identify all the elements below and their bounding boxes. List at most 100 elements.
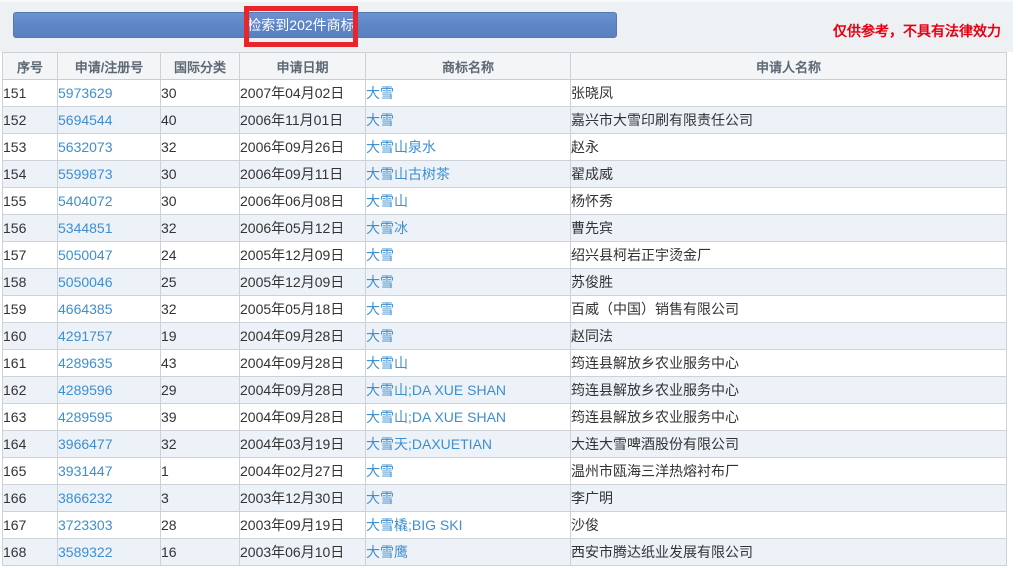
table-row: 165393144712004年02月27日大雪温州市瓯海三洋热熔衬布厂: [3, 458, 1007, 485]
registration-number-link[interactable]: 5404072: [58, 193, 113, 209]
cell-no: 161: [3, 350, 58, 377]
cell-applicant: 绍兴县柯岩正宇烫金厂: [571, 242, 1007, 269]
cell-applicant: 筠连县解放乡农业服务中心: [571, 377, 1007, 404]
registration-number-link[interactable]: 5050046: [58, 274, 113, 290]
registration-number-link[interactable]: 3866232: [58, 490, 113, 506]
registration-number-link[interactable]: 4664385: [58, 301, 113, 317]
trademark-name-link[interactable]: 大雪山: [366, 193, 408, 209]
cell-intl_class: 32: [161, 215, 240, 242]
registration-number-link[interactable]: 5694544: [58, 112, 113, 128]
trademark-name-link[interactable]: 大雪山泉水: [366, 139, 436, 155]
cell-no: 165: [3, 458, 58, 485]
cell-app_date: 2007年04月02日: [240, 80, 366, 107]
table-row: 1624289596292004年09月28日大雪山;DA XUE SHAN筠连…: [3, 377, 1007, 404]
result-count-text: 检索到202件商标: [245, 12, 357, 38]
trademark-name-link[interactable]: 大雪: [366, 247, 394, 263]
cell-no: 162: [3, 377, 58, 404]
cell-intl_class: 19: [161, 323, 240, 350]
cell-reg_no: 5973629: [58, 80, 161, 107]
trademark-name-link[interactable]: 大雪橇;BIG SKI: [366, 517, 462, 533]
registration-number-link[interactable]: 5050047: [58, 247, 113, 263]
cell-app_date: 2006年09月11日: [240, 161, 366, 188]
cell-no: 163: [3, 404, 58, 431]
cell-applicant: 筠连县解放乡农业服务中心: [571, 404, 1007, 431]
cell-no: 156: [3, 215, 58, 242]
cell-intl_class: 32: [161, 431, 240, 458]
table-row: 1525694544402006年11月01日大雪嘉兴市大雪印刷有限责任公司: [3, 107, 1007, 134]
cell-app_date: 2004年09月28日: [240, 350, 366, 377]
cell-applicant: 沙俊: [571, 512, 1007, 539]
registration-number-link[interactable]: 5599873: [58, 166, 113, 182]
cell-trademark: 大雪天;DAXUETIAN: [366, 431, 571, 458]
registration-number-link[interactable]: 4289595: [58, 409, 113, 425]
trademark-name-link[interactable]: 大雪: [366, 463, 394, 479]
cell-trademark: 大雪山古树茶: [366, 161, 571, 188]
trademark-name-link[interactable]: 大雪山;DA XUE SHAN: [366, 382, 506, 398]
table-header-row: 序号申请/注册号国际分类申请日期商标名称申请人名称: [3, 53, 1007, 80]
cell-reg_no: 5344851: [58, 215, 161, 242]
trademark-name-link[interactable]: 大雪冰: [366, 220, 408, 236]
cell-applicant: 苏俊胜: [571, 269, 1007, 296]
registration-number-link[interactable]: 4289596: [58, 382, 113, 398]
table-row: 1634289595392004年09月28日大雪山;DA XUE SHAN筠连…: [3, 404, 1007, 431]
cell-app_date: 2006年06月08日: [240, 188, 366, 215]
trademark-name-link[interactable]: 大雪: [366, 490, 394, 506]
trademark-name-link[interactable]: 大雪山;DA XUE SHAN: [366, 409, 506, 425]
cell-applicant: 赵永: [571, 134, 1007, 161]
cell-intl_class: 25: [161, 269, 240, 296]
cell-applicant: 百威（中国）销售有限公司: [571, 296, 1007, 323]
cell-reg_no: 5599873: [58, 161, 161, 188]
cell-no: 153: [3, 134, 58, 161]
registration-number-link[interactable]: 5632073: [58, 139, 113, 155]
cell-app_date: 2004年03月19日: [240, 431, 366, 458]
cell-applicant: 西安市腾达纸业发展有限公司: [571, 539, 1007, 566]
table-row: 1565344851322006年05月12日大雪冰曹先宾: [3, 215, 1007, 242]
registration-number-link[interactable]: 3931447: [58, 463, 113, 479]
cell-intl_class: 30: [161, 80, 240, 107]
disclaimer-text: 仅供参考，不具有法律效力: [833, 21, 1001, 41]
trademark-name-link[interactable]: 大雪: [366, 301, 394, 317]
registration-number-link[interactable]: 5344851: [58, 220, 113, 236]
cell-trademark: 大雪: [366, 323, 571, 350]
registration-number-link[interactable]: 4289635: [58, 355, 113, 371]
cell-intl_class: 40: [161, 107, 240, 134]
registration-number-link[interactable]: 3966477: [58, 436, 113, 452]
cell-applicant: 曹先宾: [571, 215, 1007, 242]
registration-number-link[interactable]: 4291757: [58, 328, 113, 344]
cell-reg_no: 5404072: [58, 188, 161, 215]
registration-number-link[interactable]: 3723303: [58, 517, 113, 533]
trademark-name-link[interactable]: 大雪: [366, 274, 394, 290]
cell-intl_class: 1: [161, 458, 240, 485]
trademark-name-link[interactable]: 大雪: [366, 85, 394, 101]
table-row: 1594664385322005年05月18日大雪百威（中国）销售有限公司: [3, 296, 1007, 323]
trademark-name-link[interactable]: 大雪山古树茶: [366, 166, 450, 182]
cell-reg_no: 3723303: [58, 512, 161, 539]
cell-applicant: 翟成威: [571, 161, 1007, 188]
trademark-name-link[interactable]: 大雪天;DAXUETIAN: [366, 436, 492, 452]
cell-intl_class: 30: [161, 161, 240, 188]
trademark-name-link[interactable]: 大雪鹰: [366, 544, 408, 560]
cell-trademark: 大雪: [366, 80, 571, 107]
trademark-results-table: 序号申请/注册号国际分类申请日期商标名称申请人名称 15159736293020…: [2, 52, 1007, 566]
cell-trademark: 大雪山: [366, 188, 571, 215]
cell-no: 155: [3, 188, 58, 215]
table-row: 1515973629302007年04月02日大雪张晓凤: [3, 80, 1007, 107]
cell-no: 152: [3, 107, 58, 134]
trademark-name-link[interactable]: 大雪: [366, 328, 394, 344]
trademark-name-link[interactable]: 大雪山: [366, 355, 408, 371]
column-header-no: 序号: [3, 53, 58, 80]
cell-reg_no: 5694544: [58, 107, 161, 134]
cell-app_date: 2005年12月09日: [240, 242, 366, 269]
cell-reg_no: 4289596: [58, 377, 161, 404]
column-header-applicant: 申请人名称: [571, 53, 1007, 80]
cell-app_date: 2004年02月27日: [240, 458, 366, 485]
registration-number-link[interactable]: 3589322: [58, 544, 113, 560]
cell-intl_class: 39: [161, 404, 240, 431]
table-row: 1614289635432004年09月28日大雪山筠连县解放乡农业服务中心: [3, 350, 1007, 377]
table-row: 1535632073322006年09月26日大雪山泉水赵永: [3, 134, 1007, 161]
cell-trademark: 大雪山;DA XUE SHAN: [366, 404, 571, 431]
cell-applicant: 杨怀秀: [571, 188, 1007, 215]
trademark-name-link[interactable]: 大雪: [366, 112, 394, 128]
registration-number-link[interactable]: 5973629: [58, 85, 113, 101]
cell-reg_no: 4664385: [58, 296, 161, 323]
